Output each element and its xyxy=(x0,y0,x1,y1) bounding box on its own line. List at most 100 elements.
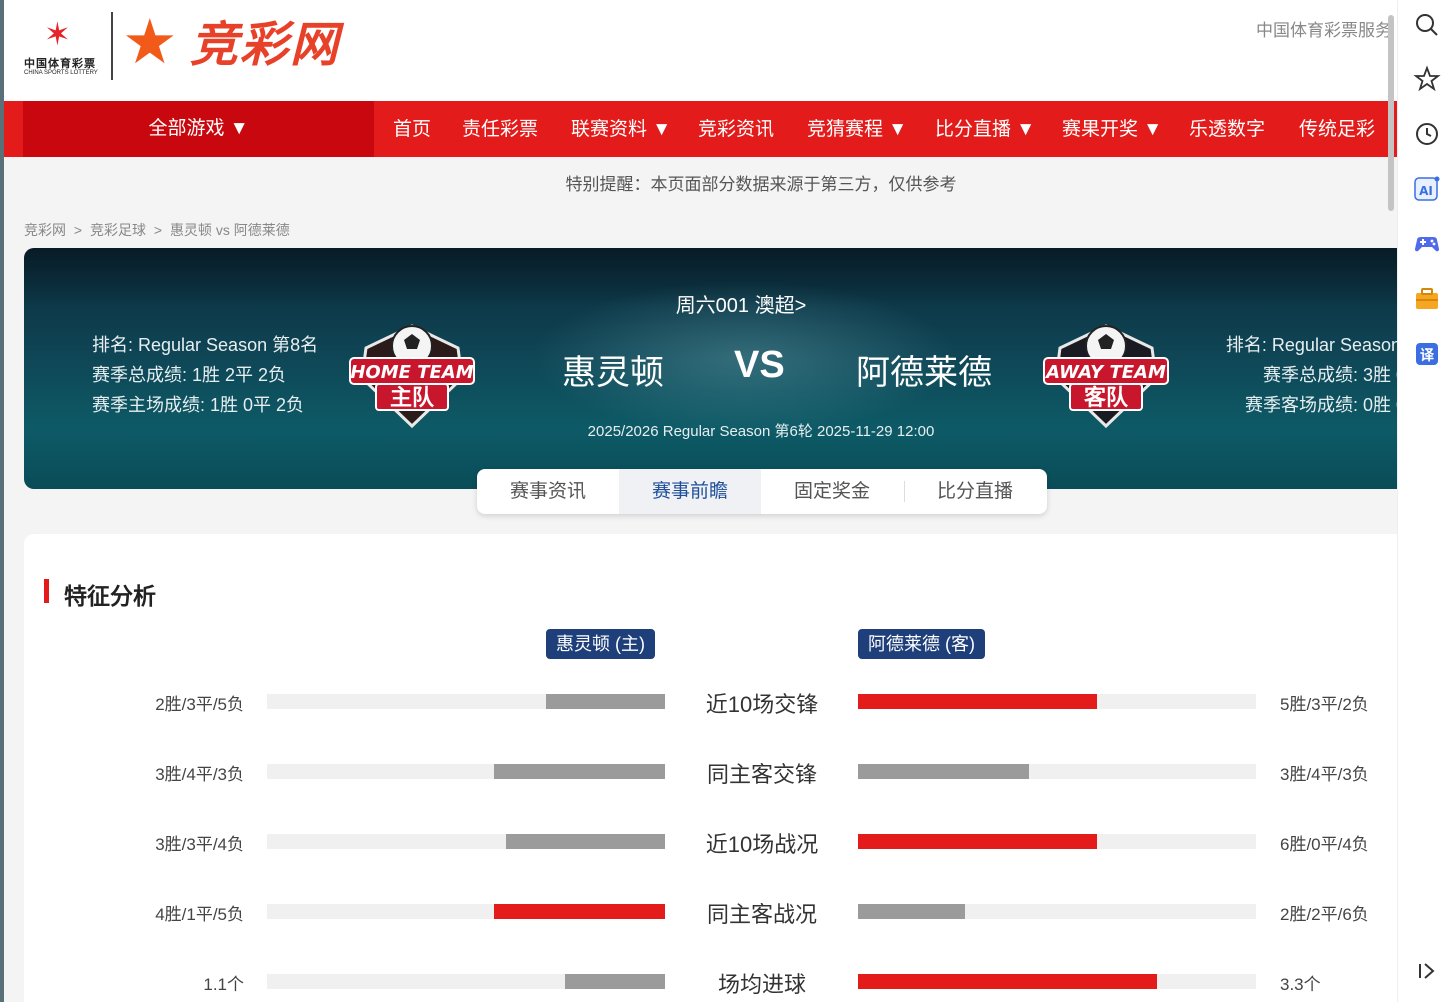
history-icon[interactable] xyxy=(1412,119,1442,149)
home-badge-text: HOME TEAM xyxy=(350,362,473,383)
logo-divider xyxy=(111,12,113,80)
nav-responsible-lottery[interactable]: 责任彩票 xyxy=(462,101,538,157)
away-stat-value: 3胜/4平/3负 xyxy=(1280,765,1369,784)
site-logo[interactable]: ★ 竞彩网 xyxy=(122,8,362,77)
home-bar-fill xyxy=(494,904,665,919)
toolbox-icon[interactable] xyxy=(1412,284,1442,314)
tab-match-preview[interactable]: 赛事前瞻 xyxy=(619,469,761,514)
breadcrumb-football-link[interactable]: 竞彩足球 xyxy=(90,222,146,238)
translate-icon-label: 译 xyxy=(1420,348,1435,364)
home-stat-value: 2胜/3平/5负 xyxy=(155,695,244,714)
site-header: ✶ 中国体育彩票 CHINA SPORTS LOTTERY ★ 竞彩网 中国体育… xyxy=(4,0,1397,101)
feature-row-label: 同主客战况 xyxy=(706,902,817,927)
home-bar-fill xyxy=(506,834,665,849)
nav-home[interactable]: 首页 xyxy=(393,101,431,157)
tab-fixed-odds[interactable]: 固定奖金 xyxy=(761,469,903,514)
home-stat-value: 4胜/1平/5负 xyxy=(155,905,244,924)
away-bar-fill xyxy=(858,974,1157,989)
nav-league-data[interactable]: 联赛资料 ▼ xyxy=(571,101,671,157)
nav-traditional-football[interactable]: 传统足彩 xyxy=(1299,101,1375,157)
home-bar-track xyxy=(267,904,665,919)
breadcrumb-separator: > xyxy=(73,222,83,238)
away-badge-cn: 客队 xyxy=(1084,385,1129,411)
away-bar-track xyxy=(858,904,1256,919)
home-bar-track xyxy=(267,764,665,779)
home-stat-value: 3胜/4平/3负 xyxy=(155,765,244,784)
away-rank: 排名: Regular Season 第 xyxy=(1225,335,1397,355)
breadcrumb-separator: > xyxy=(153,222,163,238)
away-bar-fill xyxy=(858,904,965,919)
match-meta: 2025/2026 Regular Season 第6轮 2025-11-29 … xyxy=(587,423,935,440)
gamepad-icon[interactable] xyxy=(1412,229,1442,259)
china-sports-lottery-logo[interactable]: ✶ 中国体育彩票 CHINA SPORTS LOTTERY xyxy=(22,14,114,80)
breadcrumb-home-link[interactable]: 竞彩网 xyxy=(24,222,66,238)
breadcrumb: 竞彩网 > 竞彩足球 > 惠灵顿 vs 阿德莱德 xyxy=(24,220,294,240)
tab-match-news[interactable]: 赛事资讯 xyxy=(477,469,619,514)
nav-live-scores[interactable]: 比分直播 ▼ xyxy=(935,101,1035,157)
home-home-record: 赛季主场成绩: 1胜 0平 2负 xyxy=(92,395,305,415)
home-bar-track xyxy=(267,974,665,989)
home-rank: 排名: Regular Season 第8名 xyxy=(92,335,319,355)
browser-sidebar: AI 译 xyxy=(1397,0,1456,1002)
third-party-notice: 特别提醒：本页面部分数据来源于第三方，仅供参考 xyxy=(565,175,957,194)
collapse-icon[interactable] xyxy=(1412,956,1442,986)
breadcrumb-current: 惠灵顿 vs 阿德莱德 xyxy=(169,222,290,238)
feature-analysis-title: 特征分析 xyxy=(64,583,156,609)
home-badge-cn: 主队 xyxy=(390,386,435,411)
home-bar-track xyxy=(267,694,665,709)
site-star-icon: ★ xyxy=(122,8,178,77)
away-stat-value: 5胜/3平/2负 xyxy=(1280,695,1369,714)
away-away-record: 赛季客场成绩: 0胜 0平 xyxy=(1244,395,1397,415)
nav-fixtures[interactable]: 竞猜赛程 ▼ xyxy=(807,101,907,157)
match-league-link[interactable]: 周六001 澳超> xyxy=(4,289,1397,318)
nav-results[interactable]: 赛果开奖 ▼ xyxy=(1062,101,1162,157)
ai-icon-label: AI xyxy=(1419,184,1433,198)
ai-icon[interactable]: AI xyxy=(1412,174,1442,204)
feature-row-label: 同主客交锋 xyxy=(706,762,817,787)
away-bar-track xyxy=(858,834,1256,849)
home-team-badge: HOME TEAM 主队 xyxy=(349,324,475,429)
lottery-logo-en: CHINA SPORTS LOTTERY xyxy=(24,70,98,76)
home-bar-fill xyxy=(565,974,665,989)
page-scrollbar[interactable] xyxy=(1388,15,1394,211)
away-bar-track xyxy=(858,974,1256,989)
home-bar-fill xyxy=(494,764,665,779)
away-team-stats: 排名: Regular Season 第 赛季总成绩: 3胜 0平 赛季客场成绩… xyxy=(1204,330,1397,420)
away-badge-text: AWAY TEAM xyxy=(1044,362,1166,383)
away-bar-fill xyxy=(858,764,1029,779)
home-stat-value: 1.1个 xyxy=(203,975,244,994)
all-games-menu[interactable]: 全部游戏 ▼ xyxy=(23,101,374,157)
browser-viewport: ✶ 中国体育彩票 CHINA SPORTS LOTTERY ★ 竞彩网 中国体育… xyxy=(4,0,1397,1002)
away-bar-track xyxy=(858,764,1256,779)
away-team-tag: 阿德莱德 (客) xyxy=(858,629,985,659)
main-nav: 全部游戏 ▼ 首页 责任彩票 联赛资料 ▼ 竞彩资讯 竞猜赛程 ▼ 比分直播 ▼… xyxy=(4,101,1397,157)
away-stat-value: 3.3个 xyxy=(1280,975,1321,994)
away-stat-value: 6胜/0平/4负 xyxy=(1280,835,1369,854)
home-bar-fill xyxy=(546,694,665,709)
tab-live-score[interactable]: 比分直播 xyxy=(904,469,1046,514)
nav-lottery-news[interactable]: 竞彩资讯 xyxy=(698,101,774,157)
home-bar-track xyxy=(267,834,665,849)
nav-lotto-numbers[interactable]: 乐透数字 xyxy=(1189,101,1265,157)
home-team-name: 惠灵顿 xyxy=(562,354,664,392)
home-season-record: 赛季总成绩: 1胜 2平 2负 xyxy=(92,365,287,385)
search-icon[interactable] xyxy=(1412,10,1442,40)
translate-icon[interactable]: 译 xyxy=(1412,339,1442,369)
away-bar-fill xyxy=(858,694,1097,709)
away-season-record: 赛季总成绩: 3胜 0平 xyxy=(1262,365,1397,385)
home-team-stats: 排名: Regular Season 第8名 赛季总成绩: 1胜 2平 2负 赛… xyxy=(92,330,318,420)
away-team-badge: AWAY TEAM 客队 xyxy=(1043,324,1169,429)
home-stat-value: 3胜/3平/4负 xyxy=(155,835,244,854)
match-tabs: 赛事资讯 赛事前瞻 固定奖金 比分直播 xyxy=(477,469,1047,514)
service-link[interactable]: 中国体育彩票服务 xyxy=(1256,16,1392,41)
star-icon[interactable] xyxy=(1412,64,1442,94)
section-title-accent xyxy=(44,579,49,603)
home-team-tag: 惠灵顿 (主) xyxy=(546,629,655,659)
away-bar-fill xyxy=(858,834,1097,849)
vs-label: VS xyxy=(734,344,785,386)
feature-row-label: 场均进球 xyxy=(717,972,806,997)
lottery-star-icon: ✶ xyxy=(44,16,71,52)
away-stat-value: 2胜/2平/6负 xyxy=(1280,905,1369,924)
lottery-logo-cn: 中国体育彩票 xyxy=(24,58,96,70)
feature-row-label: 近10场战况 xyxy=(705,832,819,857)
